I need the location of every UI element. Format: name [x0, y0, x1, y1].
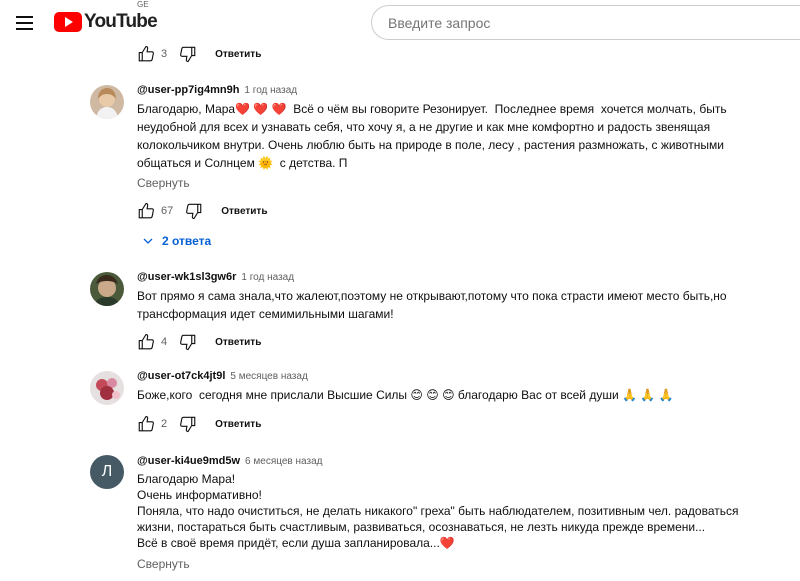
like-count: 4	[161, 336, 168, 348]
like-count: 3	[161, 48, 168, 60]
like-count: 2	[161, 418, 168, 430]
avatar[interactable]	[90, 371, 124, 405]
comment-author[interactable]: @user-wk1sl3gw6r	[137, 271, 236, 283]
thumbs-down-icon[interactable]	[185, 202, 203, 220]
comment-text: Благодарю Мара! Очень информативно! Поня…	[137, 472, 739, 550]
youtube-play-icon	[54, 12, 82, 32]
masthead: YouTube GE	[0, 0, 800, 46]
avatar-image	[90, 272, 124, 306]
comment-text: Благодарю, Мара❤️ ❤️ ❤️ Всё о чём вы гов…	[137, 102, 730, 170]
comment-author[interactable]: @user-pp7ig4mn9h	[137, 84, 239, 96]
avatar-image	[90, 371, 124, 405]
search-box	[371, 5, 800, 40]
thumbs-up-icon[interactable]	[137, 202, 155, 220]
avatar-letter: Л	[101, 463, 113, 480]
comment-actions: 3 Ответить	[137, 45, 261, 63]
collapse-button[interactable]: Свернуть	[137, 557, 767, 571]
reply-button[interactable]: Ответить	[215, 337, 261, 348]
search-input[interactable]	[388, 14, 800, 31]
youtube-logo[interactable]: YouTube	[54, 11, 158, 33]
avatar[interactable]	[90, 85, 124, 119]
thumbs-up-icon[interactable]	[137, 415, 155, 433]
logo-text: YouTube	[84, 11, 158, 32]
thumbs-down-icon[interactable]	[179, 415, 197, 433]
comment-actions: 4 Ответить	[137, 333, 261, 351]
chevron-down-icon	[143, 238, 153, 244]
thumbs-up-icon[interactable]	[137, 45, 155, 63]
avatar[interactable]: Л	[90, 455, 124, 489]
country-code: GE	[137, 0, 149, 9]
comment-actions: 2 Ответить	[137, 415, 261, 433]
reply-button[interactable]: Ответить	[215, 49, 261, 60]
comment: @user-pp7ig4mn9h 1 год назад Благодарю, …	[137, 84, 767, 190]
thumbs-up-icon[interactable]	[137, 333, 155, 351]
comment-actions: 67 Ответить	[137, 202, 267, 220]
thumbs-down-icon[interactable]	[179, 45, 197, 63]
avatar-image	[90, 85, 124, 119]
reply-button[interactable]: Ответить	[221, 206, 267, 217]
comment-text: Боже,кого сегодня мне прислали Высшие Си…	[137, 388, 674, 402]
comment-time[interactable]: 5 месяцев назад	[230, 371, 307, 382]
comment-text: Вот прямо я сама знала,что жалеют,поэтом…	[137, 289, 730, 321]
avatar[interactable]	[90, 272, 124, 306]
show-replies-button[interactable]: 2 ответа	[142, 234, 211, 248]
comment: @user-wk1sl3gw6r 1 год назад Вот прямо я…	[137, 271, 767, 323]
comment-author[interactable]: @user-ki4ue9md5w	[137, 455, 240, 467]
like-count: 67	[161, 205, 174, 217]
comment-author[interactable]: @user-ot7ck4jt9l	[137, 370, 225, 382]
replies-count: 2 ответа	[162, 234, 212, 248]
menu-icon[interactable]	[10, 9, 38, 37]
comment-time[interactable]: 6 месяцев назад	[245, 456, 322, 467]
comment-time[interactable]: 1 год назад	[244, 85, 297, 96]
comment-time[interactable]: 1 год назад	[241, 272, 294, 283]
thumbs-down-icon[interactable]	[179, 333, 197, 351]
comment: @user-ot7ck4jt9l 5 месяцев назад Боже,ко…	[137, 370, 767, 404]
reply-button[interactable]: Ответить	[215, 419, 261, 430]
comment: @user-ki4ue9md5w 6 месяцев назад Благода…	[137, 455, 767, 571]
collapse-button[interactable]: Свернуть	[137, 176, 767, 190]
